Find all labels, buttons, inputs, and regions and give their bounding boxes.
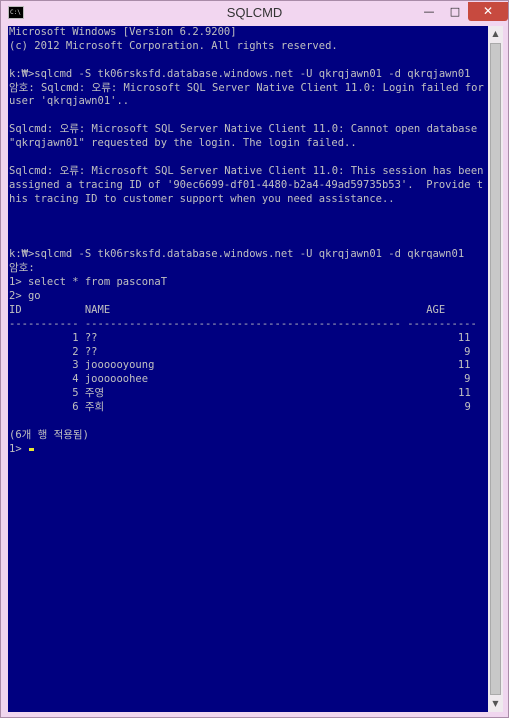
maximize-button[interactable]: □ [442, 2, 468, 21]
console-window: C:\ SQLCMD — □ ✕ Microsoft Windows [Vers… [0, 0, 509, 718]
console-text: Microsoft Windows [Version 6.2.9200] (c) … [8, 26, 488, 457]
console-line: 4 joooooohee 9 [9, 373, 471, 386]
minimize-button[interactable]: — [416, 2, 442, 21]
text-cursor [28, 447, 34, 451]
console-line: 1> [9, 443, 488, 457]
vertical-scrollbar[interactable]: ▲ ▼ [488, 26, 503, 712]
console-line: 1 ?? 11 [9, 331, 471, 344]
console-line: 2> go [9, 289, 41, 302]
scroll-down-arrow-icon[interactable]: ▼ [488, 696, 503, 712]
console-line: 1> select * from pasconaT [9, 276, 168, 289]
console-output-area[interactable]: Microsoft Windows [Version 6.2.9200] (c) … [8, 26, 488, 712]
console-line: (6개 행 적용됨) [9, 428, 89, 441]
console-line: 3 joooooyoung 11 [9, 359, 471, 372]
console-line: (c) 2012 Microsoft Corporation. All righ… [9, 39, 338, 52]
console-prompt: 1> [9, 442, 28, 455]
console-line: k:₩>sqlcmd -S tk06rsksfd.database.window… [9, 248, 465, 261]
console-line: ID NAME AGE [9, 303, 446, 316]
console-line: 암호: Sqlcmd: 오류: Microsoft SQL Server Nat… [9, 81, 484, 108]
scroll-up-arrow-icon[interactable]: ▲ [488, 26, 503, 42]
console-line: Sqlcmd: 오류: Microsoft SQL Server Native … [9, 123, 484, 150]
title-bar[interactable]: C:\ SQLCMD — □ ✕ [1, 1, 508, 26]
console-line: Microsoft Windows [Version 6.2.9200] [9, 26, 237, 38]
console-line: 5 주영 11 [9, 387, 471, 400]
console-line: k:₩>sqlcmd -S tk06rsksfd.database.window… [9, 67, 471, 80]
scroll-thumb[interactable] [490, 43, 501, 695]
console-line: 암호: [9, 262, 35, 275]
close-button[interactable]: ✕ [468, 2, 508, 21]
console-line: Sqlcmd: 오류: Microsoft SQL Server Native … [9, 164, 484, 205]
console-line: 6 주희 9 [9, 401, 471, 414]
console-line: ----------- ----------------------------… [9, 317, 477, 330]
console-line: 2 ?? 9 [9, 345, 471, 358]
